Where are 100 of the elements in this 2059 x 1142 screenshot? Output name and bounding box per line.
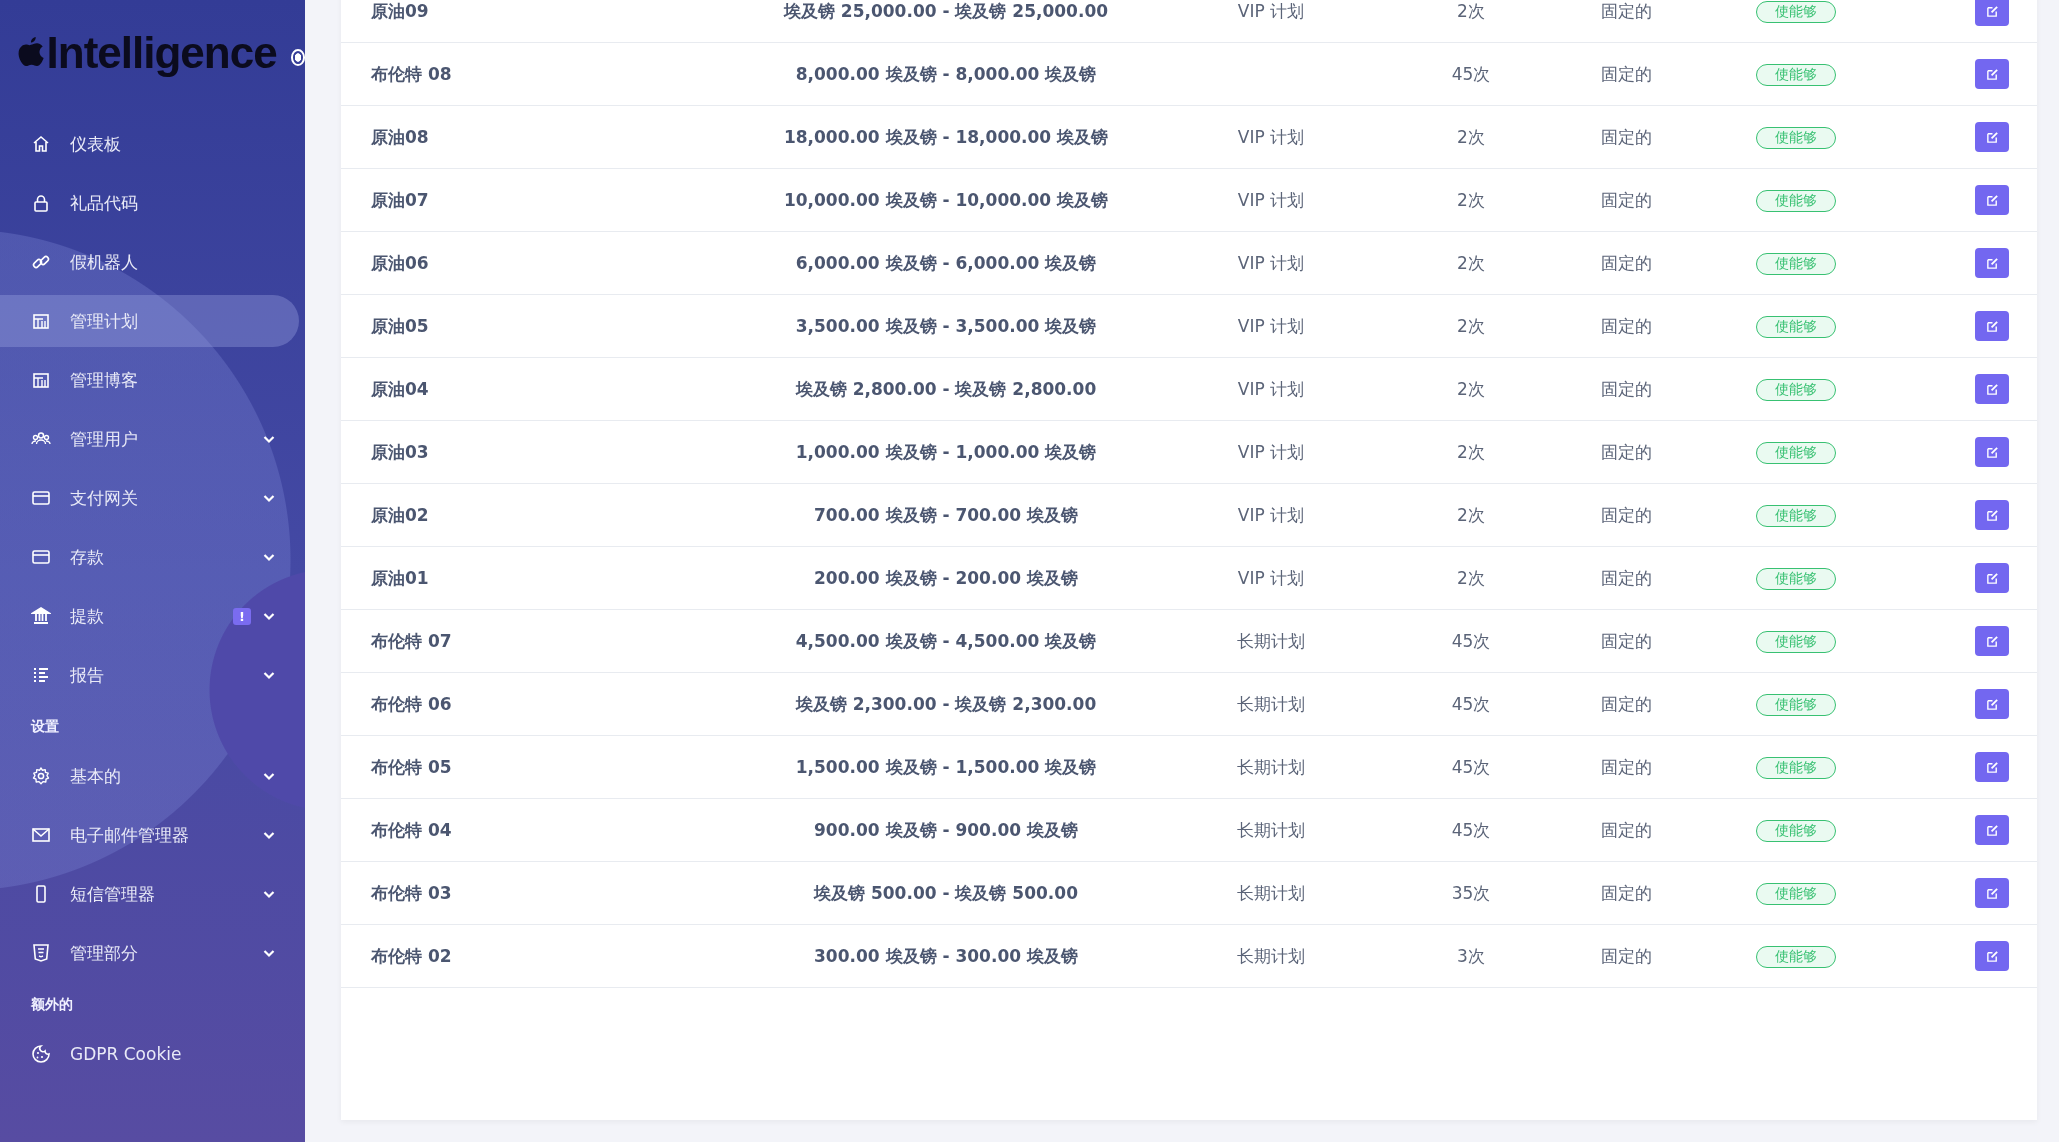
plan-name: 原油03	[371, 440, 429, 464]
edit-icon	[1985, 571, 1999, 585]
cookie-icon	[31, 1044, 51, 1064]
edit-button[interactable]	[1975, 122, 2009, 152]
return-count: 2次	[1456, 377, 1486, 401]
amount-range: 700.00 埃及镑 - 700.00 埃及镑	[814, 503, 1078, 527]
edit-button[interactable]	[1975, 563, 2009, 593]
edit-icon	[1985, 823, 1999, 837]
edit-button[interactable]	[1975, 437, 2009, 467]
plan-name: 布伦特 05	[371, 755, 452, 779]
edit-button[interactable]	[1975, 248, 2009, 278]
sidebar-item[interactable]: 存款	[0, 531, 299, 583]
edit-button[interactable]	[1975, 0, 2009, 26]
edit-icon	[1985, 634, 1999, 648]
status-badge: 使能够	[1756, 630, 1836, 653]
sidebar-item[interactable]: GDPR Cookie	[0, 1028, 299, 1080]
sidebar-item[interactable]: 管理部分	[0, 927, 299, 979]
sidebar-item[interactable]: 短信管理器	[0, 868, 299, 920]
plan-category: 长期计划	[1237, 819, 1305, 840]
interest-type: 固定的	[1599, 881, 1653, 905]
return-count: 2次	[1456, 125, 1486, 149]
amount-range: 3,500.00 埃及镑 - 3,500.00 埃及镑	[795, 314, 1097, 338]
edit-icon	[1985, 949, 1999, 963]
edit-icon	[1985, 256, 1999, 270]
amount-range: 4,500.00 埃及镑 - 4,500.00 埃及镑	[795, 629, 1097, 653]
edit-button[interactable]	[1975, 878, 2009, 908]
status-badge: 使能够	[1756, 504, 1836, 527]
plan-category: VIP 计划	[1237, 126, 1305, 147]
card-icon	[31, 547, 51, 567]
plan-category: VIP 计划	[1237, 252, 1305, 273]
plan-name: 原油09	[371, 0, 429, 23]
sidebar-toggle[interactable]	[290, 48, 305, 66]
edit-button[interactable]	[1975, 311, 2009, 341]
list-icon	[31, 665, 51, 685]
edit-button[interactable]	[1975, 689, 2009, 719]
interest-type: 固定的	[1599, 944, 1653, 968]
status-badge: 使能够	[1756, 945, 1836, 968]
edit-icon	[1985, 886, 1999, 900]
mail-icon	[31, 825, 51, 845]
edit-button[interactable]	[1975, 374, 2009, 404]
sidebar-item[interactable]: 电子邮件管理器	[0, 809, 299, 861]
edit-button[interactable]	[1975, 941, 2009, 971]
sidebar-item[interactable]: 基本的	[0, 750, 299, 802]
plan-name: 原油08	[371, 125, 429, 149]
plan-name: 原油04	[371, 377, 429, 401]
sidebar-item[interactable]: 管理博客	[0, 354, 299, 406]
plan-category: 长期计划	[1237, 756, 1305, 777]
section-heading: 设置	[29, 717, 60, 736]
edit-icon	[1985, 4, 1999, 18]
alert-badge: !	[233, 607, 251, 625]
interest-type: 固定的	[1599, 818, 1653, 842]
return-count: 2次	[1456, 314, 1486, 338]
status-badge: 使能够	[1756, 756, 1836, 779]
sidebar-item[interactable]: 礼品代码	[0, 177, 299, 229]
home-icon	[31, 134, 51, 154]
amount-range: 900.00 埃及镑 - 900.00 埃及镑	[814, 818, 1078, 842]
plan-name: 布伦特 03	[371, 881, 452, 905]
return-count: 45次	[1450, 62, 1492, 86]
amount-range: 8,000.00 埃及镑 - 8,000.00 埃及镑	[795, 62, 1097, 86]
sidebar-item[interactable]: 仪表板	[0, 118, 299, 170]
plan-name: 原油06	[371, 251, 429, 275]
edit-icon	[1985, 67, 1999, 81]
plan-name: 布伦特 04	[371, 818, 452, 842]
status-badge: 使能够	[1756, 693, 1836, 716]
return-count: 2次	[1456, 251, 1486, 275]
interest-type: 固定的	[1599, 755, 1653, 779]
amount-range: 6,000.00 埃及镑 - 6,000.00 埃及镑	[795, 251, 1097, 275]
plan-category: 长期计划	[1237, 693, 1305, 714]
return-count: 35次	[1450, 881, 1492, 905]
status-badge: 使能够	[1756, 882, 1836, 905]
interest-type: 固定的	[1599, 251, 1653, 275]
plan-category: VIP 计划	[1237, 315, 1305, 336]
edit-button[interactable]	[1975, 752, 2009, 782]
sidebar-item[interactable]: 报告	[0, 649, 299, 701]
edit-icon	[1985, 319, 1999, 333]
edit-button[interactable]	[1975, 815, 2009, 845]
amount-range: 埃及镑 500.00 - 埃及镑 500.00	[814, 881, 1078, 905]
edit-button[interactable]	[1975, 59, 2009, 89]
plan-name: 布伦特 07	[371, 629, 452, 653]
status-badge: 使能够	[1756, 126, 1836, 149]
return-count: 3次	[1456, 944, 1486, 968]
plan-name: 原油07	[371, 188, 429, 212]
plan-category: VIP 计划	[1237, 378, 1305, 399]
interest-type: 固定的	[1599, 62, 1653, 86]
status-badge: 使能够	[1756, 63, 1836, 86]
edit-icon	[1985, 193, 1999, 207]
interest-type: 固定的	[1599, 125, 1653, 149]
edit-button[interactable]	[1975, 626, 2009, 656]
edit-button[interactable]	[1975, 185, 2009, 215]
lock-icon	[31, 193, 51, 213]
plan-name: 布伦特 06	[371, 692, 452, 716]
sidebar-item[interactable]: 假机器人	[0, 236, 299, 288]
edit-button[interactable]	[1975, 500, 2009, 530]
sidebar-item[interactable]: 支付网关	[0, 472, 299, 524]
plan-category: VIP 计划	[1237, 0, 1305, 21]
sidebar-item[interactable]: 管理用户	[0, 413, 299, 465]
interest-type: 固定的	[1599, 692, 1653, 716]
sidebar-item[interactable]: 管理计划	[0, 295, 299, 347]
settings-icon	[31, 766, 51, 786]
sidebar-item[interactable]: 提款 !	[0, 590, 299, 642]
